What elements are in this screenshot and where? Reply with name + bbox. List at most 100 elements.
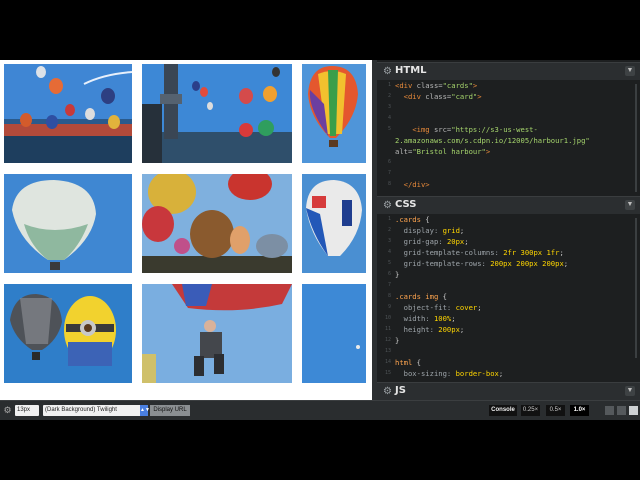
- code-line[interactable]: 1 .cards {: [377, 214, 640, 225]
- layout-right-icon[interactable]: [629, 406, 638, 415]
- code-line[interactable]: 2.amazonaws.com/s.cdpn.io/12005/harbour1…: [377, 135, 640, 146]
- code-text: box-sizing: border-box;: [395, 368, 504, 379]
- chevron-down-icon[interactable]: ▼: [625, 386, 635, 396]
- js-panel-header[interactable]: ⚙ JS ▼: [377, 382, 640, 400]
- css-code-editor[interactable]: 1 .cards {2 display: grid; 3 grid-gap: 20p…: [377, 214, 640, 380]
- code-token: ;: [464, 237, 469, 246]
- code-text: .cards {: [395, 214, 430, 225]
- balloons-over-harbour-image: [4, 64, 132, 163]
- card-crane-balloons[interactable]: [142, 64, 292, 163]
- layout-top-icon[interactable]: [617, 406, 626, 415]
- code-line[interactable]: 7: [377, 168, 640, 179]
- code-text: grid-template-rows: 200px 200px 200px;: [395, 258, 568, 269]
- gear-icon[interactable]: ⚙: [382, 386, 393, 397]
- code-token: <div: [395, 81, 417, 90]
- line-number: 3: [387, 238, 391, 244]
- card-white-balloon[interactable]: [4, 174, 132, 273]
- code-line[interactable]: 4 grid-template-columns: 2fr 300px 1fr;: [377, 247, 640, 258]
- settings-gear-icon[interactable]: ⚙: [2, 405, 13, 416]
- clear-sky-image: [302, 284, 366, 383]
- line-number: 2: [387, 93, 391, 99]
- html-panel-header[interactable]: ⚙ HTML ▼: [377, 62, 640, 80]
- code-token: {: [416, 358, 421, 367]
- card-balloon-fiesta[interactable]: [142, 174, 292, 273]
- code-line[interactable]: 14 html {: [377, 357, 640, 368]
- code-token: <img: [412, 125, 434, 134]
- code-line[interactable]: 6: [377, 157, 640, 168]
- layout-left-icon[interactable]: [605, 406, 614, 415]
- font-size-select[interactable]: 13px: [15, 405, 39, 416]
- css-panel-header[interactable]: ⚙ CSS ▼: [377, 196, 640, 214]
- line-number: 6: [387, 159, 391, 165]
- html-code-editor[interactable]: 1 <div class="cards"> 2 <div class="card">…: [377, 80, 640, 194]
- card-harbour-balloons[interactable]: [4, 64, 132, 163]
- code-token: "cards": [442, 81, 473, 90]
- code-line[interactable]: 4: [377, 113, 640, 124]
- code-token: grid-template-columns:: [395, 248, 504, 257]
- preview-pane: [0, 60, 372, 400]
- code-token: 20px: [446, 237, 465, 246]
- code-token: "Bristol harbour": [412, 147, 486, 156]
- code-token: grid-gap:: [395, 237, 447, 246]
- chevron-down-icon: ▲▼: [140, 405, 150, 416]
- code-token: }: [395, 336, 400, 345]
- theme-select[interactable]: (Dark Background) Twilight ▲▼: [43, 405, 150, 416]
- code-text: .cards img {: [395, 291, 447, 302]
- code-token: cover: [455, 303, 478, 312]
- code-line[interactable]: 11 height: 200px;: [377, 324, 640, 335]
- line-number: 5: [387, 260, 391, 266]
- card-pilot-balloon[interactable]: [142, 284, 292, 383]
- code-line[interactable]: 3 grid-gap: 20px;: [377, 236, 640, 247]
- zoom-10-button[interactable]: 1.0×: [570, 405, 589, 416]
- code-line[interactable]: 6}: [377, 269, 640, 280]
- card-clear-sky[interactable]: [302, 284, 366, 383]
- code-line[interactable]: 8 </div>: [377, 179, 640, 190]
- card-minion-balloons[interactable]: [4, 284, 132, 383]
- code-line[interactable]: 1 <div class="cards">: [377, 80, 640, 91]
- line-number: 4: [387, 115, 391, 121]
- code-line[interactable]: 7: [377, 280, 640, 291]
- card-rainbow-balloon[interactable]: [302, 64, 366, 163]
- code-line[interactable]: 2 display: grid;: [377, 225, 640, 236]
- code-token: 200px 200px 200px: [490, 259, 564, 268]
- code-line[interactable]: 3: [377, 102, 640, 113]
- css-scrollbar[interactable]: [635, 218, 637, 358]
- line-number: 3: [387, 104, 391, 110]
- chevron-down-icon[interactable]: ▼: [625, 66, 635, 76]
- html-scrollbar[interactable]: [635, 84, 637, 192]
- line-number: 10: [384, 315, 391, 321]
- console-button[interactable]: Console: [489, 405, 517, 416]
- gear-icon[interactable]: ⚙: [382, 66, 393, 77]
- line-number: 14: [384, 359, 391, 365]
- code-line[interactable]: 2 <div class="card">: [377, 91, 640, 102]
- code-line[interactable]: 15 box-sizing: border-box;: [377, 368, 640, 379]
- code-line[interactable]: 5 grid-template-rows: 200px 200px 200px;: [377, 258, 640, 269]
- code-token: 2.amazonaws.com/s.cdpn.io/12005/harbour1…: [395, 136, 590, 145]
- zoom-05-button[interactable]: 0.5×: [546, 405, 565, 416]
- code-line[interactable]: 5 <img src="https://s3-us-west-: [377, 124, 640, 135]
- chevron-down-icon[interactable]: ▼: [625, 200, 635, 210]
- gear-icon[interactable]: ⚙: [382, 200, 393, 211]
- code-token: grid: [442, 226, 460, 235]
- code-line[interactable]: 9 object-fit: cover;: [377, 302, 640, 313]
- code-token: ;: [459, 325, 465, 334]
- code-line[interactable]: 10 width: 100%;: [377, 313, 640, 324]
- display-url-button[interactable]: Display URL: [150, 405, 190, 416]
- code-line[interactable]: 13: [377, 346, 640, 357]
- code-line[interactable]: 8 .cards img {: [377, 291, 640, 302]
- code-token: display:: [395, 226, 443, 235]
- code-token: ;: [559, 248, 564, 257]
- minion-balloons-image: [4, 284, 132, 383]
- crane-and-balloons-image: [142, 64, 292, 163]
- code-text: }: [395, 269, 399, 280]
- code-token: .cards: [395, 215, 426, 224]
- card-suzuki-balloon[interactable]: [302, 174, 366, 273]
- code-text: grid-template-columns: 2fr 300px 1fr;: [395, 247, 564, 258]
- code-line[interactable]: 12}: [377, 335, 640, 346]
- js-panel-title: JS: [395, 385, 406, 396]
- code-line[interactable]: alt="Bristol harbour">: [377, 146, 640, 157]
- zoom-025-button[interactable]: 0.25×: [521, 405, 540, 416]
- code-token: </div>: [403, 180, 430, 189]
- code-token: grid-template-rows:: [395, 259, 491, 268]
